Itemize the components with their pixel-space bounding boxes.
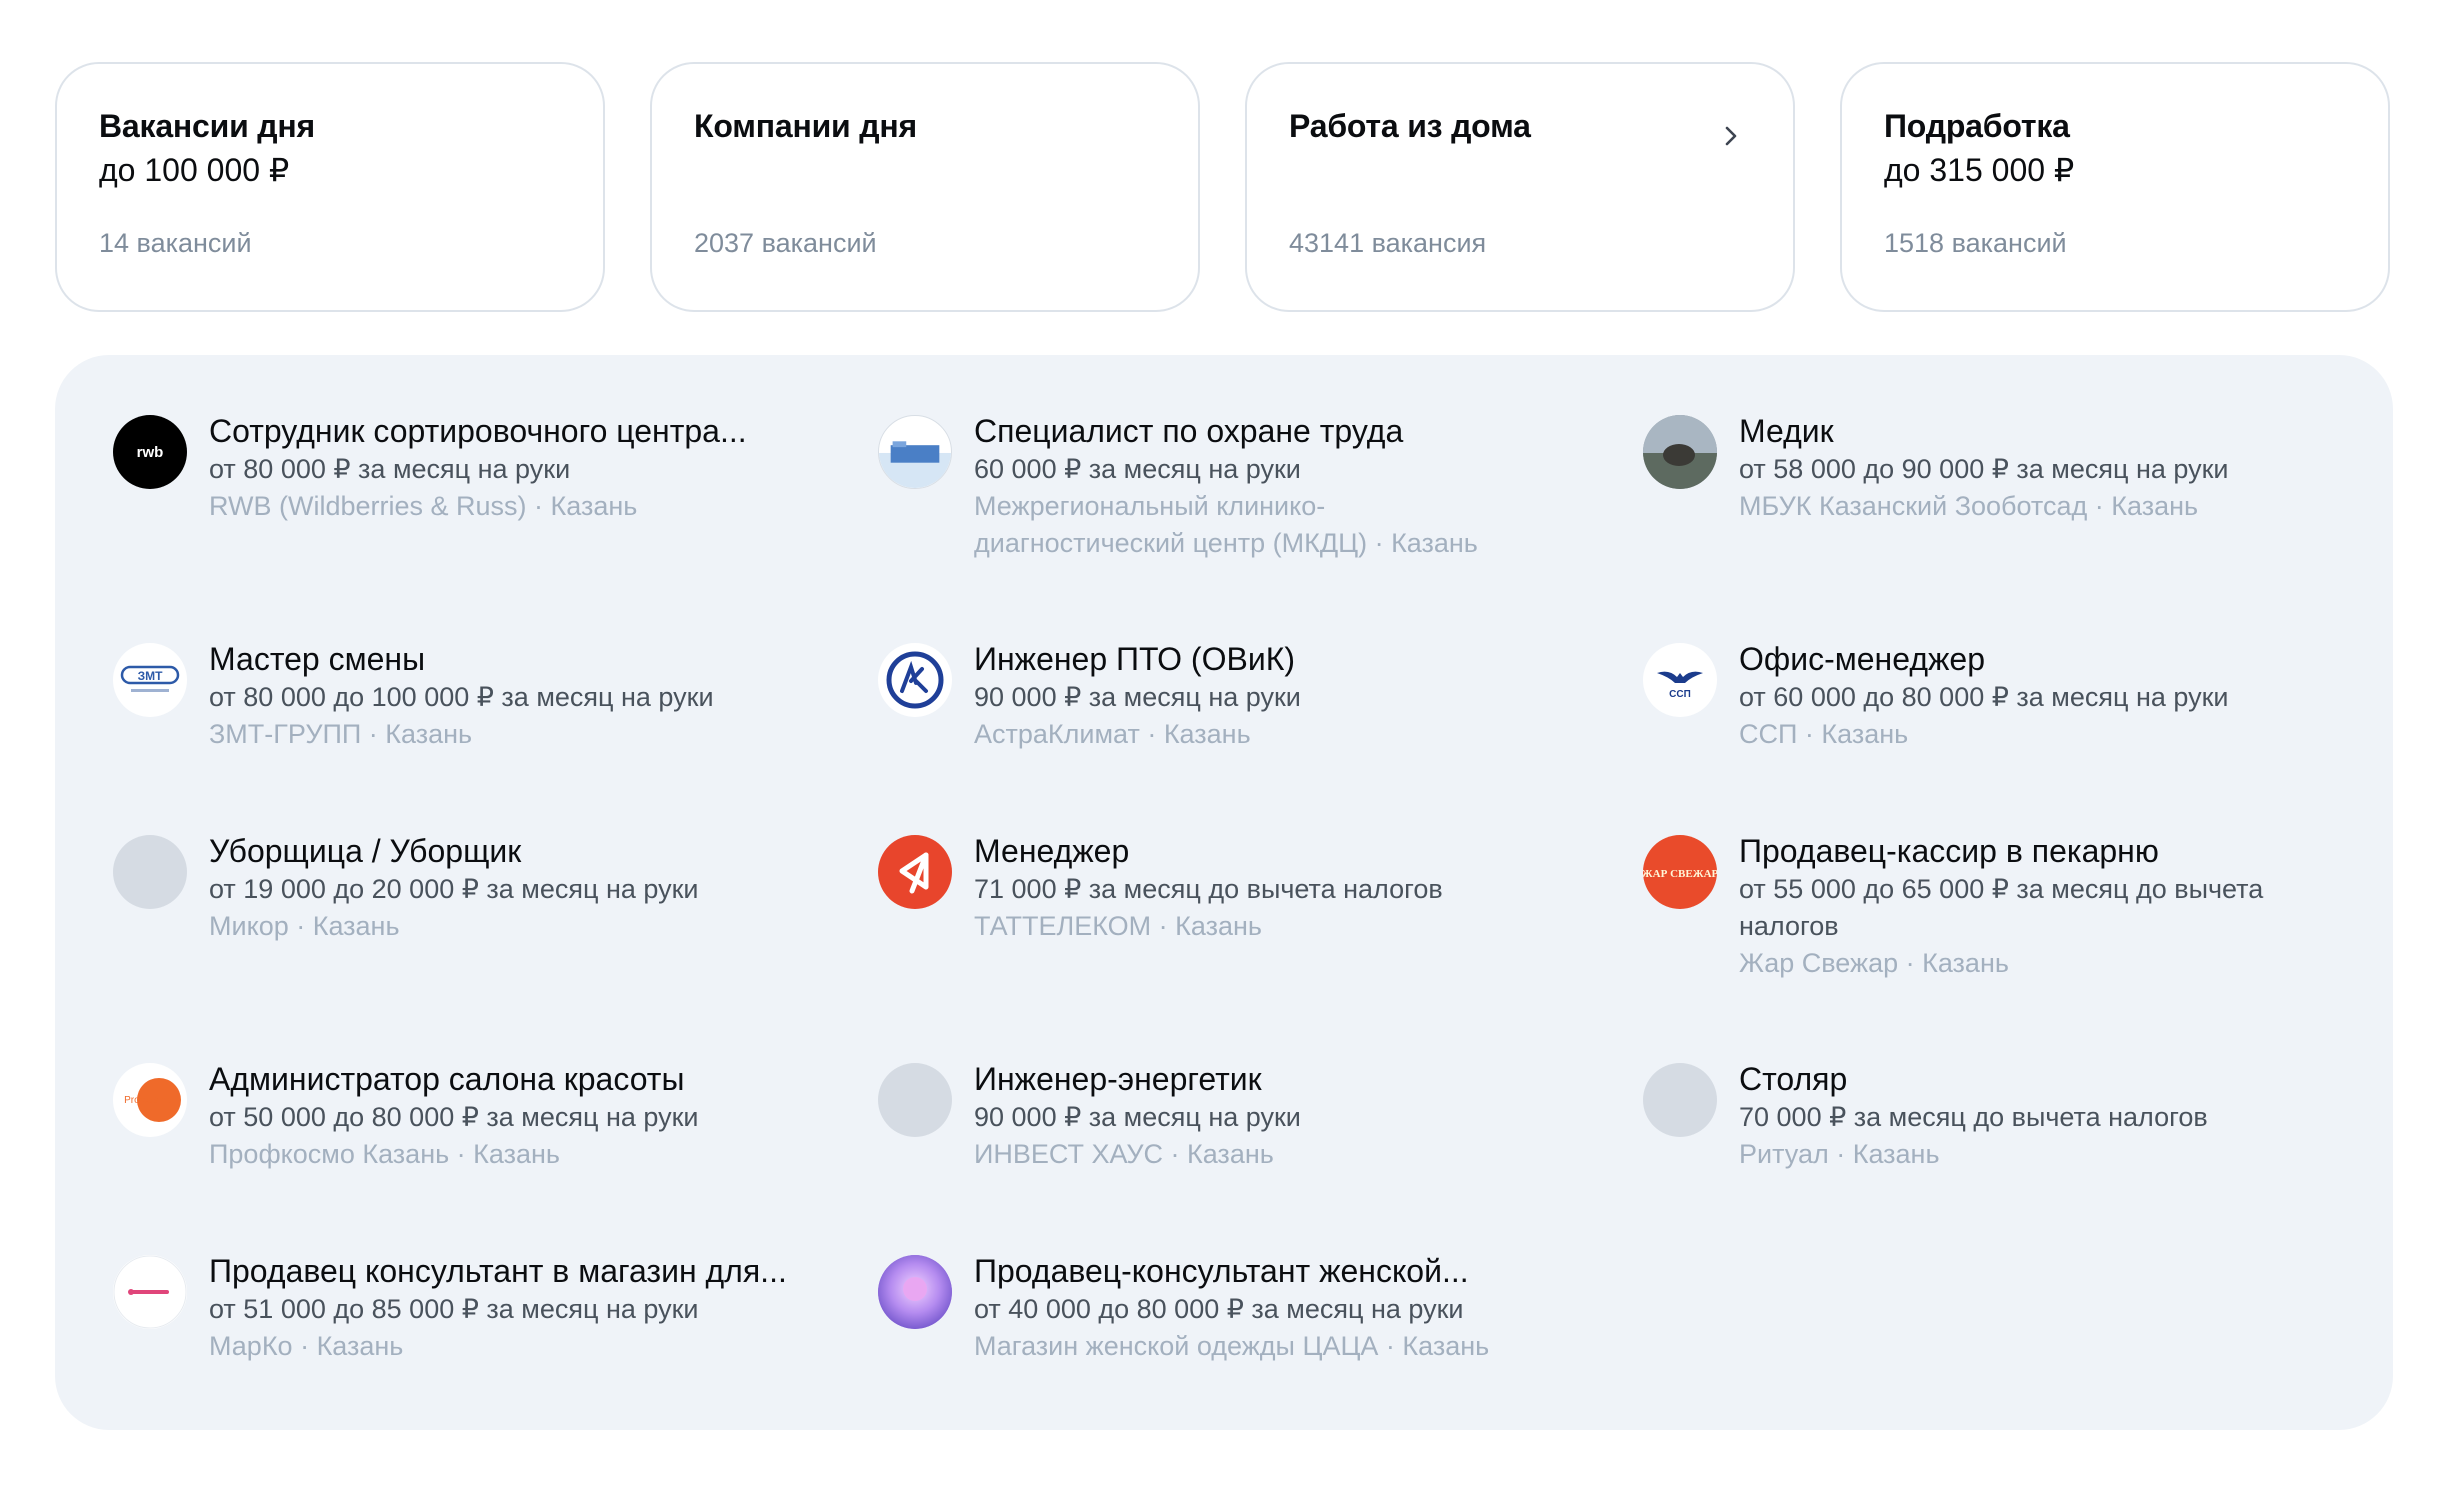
astraklimat-logo (878, 643, 952, 717)
vacancy-title[interactable]: Столяр (1739, 1059, 2349, 1099)
vacancy-salary: от 60 000 до 80 000 ₽ за месяц на руки (1739, 682, 2229, 712)
card-subtitle: до 315 000 ₽ (1884, 152, 2075, 188)
card-remote-work[interactable]: Работа из дома 43141 вакансия (1245, 62, 1795, 312)
chevron-right-icon[interactable] (1717, 122, 1745, 150)
card-title: Вакансии дня (99, 108, 315, 144)
card-count: 14 вакансий (99, 228, 252, 258)
zmt-logo: ЗМТ (113, 643, 187, 717)
card-count: 43141 вакансия (1289, 228, 1487, 258)
placeholder-logo (878, 1063, 952, 1137)
vacancy-salary: от 40 000 до 80 000 ₽ за месяц на руки (974, 1294, 1464, 1324)
vacancy-salary: 60 000 ₽ за месяц на руки (974, 454, 1301, 484)
vacancy-company: Профкосмо Казань · Казань (209, 1139, 560, 1169)
zhar-svezhar-logo: ЖАР СВЕЖАР (1643, 835, 1717, 909)
vacancy-company: Магазин женской одежды ЦАЦА · Казань (974, 1331, 1490, 1361)
placeholder-logo (1643, 1063, 1717, 1137)
vacancy-title[interactable]: Специалист по охране труда (974, 411, 1584, 451)
vacancy-panel: rwb Сотрудник сортировочного центра... о… (55, 355, 2393, 1430)
vacancy-title[interactable]: Уборщица / Уборщик (209, 831, 819, 871)
zoo-logo (1643, 415, 1717, 489)
vacancy-title[interactable]: Продавец-консультант женской... (974, 1251, 1584, 1291)
vacancy-company: ИНВЕСТ ХАУС · Казань (974, 1139, 1274, 1169)
zmt-logo-text: ЗМТ (138, 669, 164, 683)
vacancy-title[interactable]: Мастер смены (209, 639, 819, 679)
card-title: Работа из дома (1289, 108, 1531, 144)
vacancy-salary: от 58 000 до 90 000 ₽ за месяц на руки (1739, 454, 2229, 484)
vacancy-company: ССП · Казань (1739, 719, 1909, 749)
vacancy-salary: 90 000 ₽ за месяц на руки (974, 682, 1301, 712)
tattelecom-logo (878, 835, 952, 909)
vacancy-title[interactable]: Менеджер (974, 831, 1584, 871)
vacancy-salary: от 19 000 до 20 000 ₽ за месяц на руки (209, 874, 699, 904)
category-cards: Вакансии дня до 100 000 ₽ 14 вакансий Ко… (55, 62, 2390, 312)
vacancy-salary: 90 000 ₽ за месяц на руки (974, 1102, 1301, 1132)
card-subtitle (1289, 148, 1751, 192)
ssp-logo-text: ССП (1669, 689, 1691, 700)
vacancy-company: АстраКлимат · Казань (974, 719, 1251, 749)
vacancy-company: МарКо · Казань (209, 1331, 404, 1361)
vacancy-title[interactable]: Администратор салона красоты (209, 1059, 819, 1099)
profcosmo-logo-text: Profcosmo (124, 1095, 172, 1106)
profcosmo-logo: Profcosmo (113, 1063, 187, 1137)
tsatsa-logo (878, 1255, 952, 1329)
vacancy-company: МБУК Казанский Зооботсад · Казань (1739, 491, 2199, 521)
vacancy-company: Ритуал · Казань (1739, 1139, 1940, 1169)
vacancy-title[interactable]: Сотрудник сортировочного центра... (209, 411, 819, 451)
card-part-time[interactable]: Подработка до 315 000 ₽ 1518 вакансий (1840, 62, 2390, 312)
vacancy-title[interactable]: Продавец-кассир в пекарню (1739, 831, 2349, 871)
vacancy-company: Жар Свежар · Казань (1739, 948, 2009, 978)
zhar-svezhar-logo-text: ЖАР СВЕЖАР (1643, 868, 1717, 880)
vacancy-company: Межрегиональный клинико-диагностический … (974, 491, 1478, 558)
marko-logo (113, 1255, 187, 1329)
card-title: Компании дня (694, 108, 917, 144)
placeholder-logo (113, 835, 187, 909)
vacancy-salary: 70 000 ₽ за месяц до вычета налогов (1739, 1102, 2208, 1132)
card-companies-of-day[interactable]: Компании дня 2037 вакансий (650, 62, 1200, 312)
vacancy-title[interactable]: Инженер ПТО (ОВиК) (974, 639, 1584, 679)
vacancy-title[interactable]: Инженер-энергетик (974, 1059, 1584, 1099)
vacancy-title[interactable]: Медик (1739, 411, 2349, 451)
vacancy-salary: 71 000 ₽ за месяц до вычета налогов (974, 874, 1443, 904)
vacancy-salary: от 80 000 ₽ за месяц на руки (209, 454, 571, 484)
vacancy-company: ЗМТ-ГРУПП · Казань (209, 719, 473, 749)
card-vacancies-of-day[interactable]: Вакансии дня до 100 000 ₽ 14 вакансий (55, 62, 605, 312)
card-count: 2037 вакансий (694, 228, 877, 258)
vacancy-title[interactable]: Офис-менеджер (1739, 639, 2349, 679)
vacancy-salary: от 80 000 до 100 000 ₽ за месяц на руки (209, 682, 714, 712)
vacancy-company: ТАТТЕЛЕКОМ · Казань (974, 911, 1262, 941)
vacancy-title[interactable]: Продавец консультант в магазин для... (209, 1251, 819, 1291)
vacancy-salary: от 51 000 до 85 000 ₽ за месяц на руки (209, 1294, 699, 1324)
svg-text:rwb: rwb (137, 444, 164, 461)
vacancy-company: RWB (Wildberries & Russ) · Казань (209, 491, 638, 521)
card-subtitle: до 100 000 ₽ (99, 152, 290, 188)
ssp-logo: ССП (1643, 643, 1717, 717)
vacancy-salary: от 55 000 до 65 000 ₽ за месяц до вычета… (1739, 874, 2264, 941)
vacancy-company: Микор · Казань (209, 911, 400, 941)
card-title: Подработка (1884, 108, 2070, 144)
vacancy-salary: от 50 000 до 80 000 ₽ за месяц на руки (209, 1102, 699, 1132)
card-subtitle (694, 148, 1156, 192)
rwb-logo: rwb (113, 415, 187, 489)
mkdc-logo (878, 415, 952, 489)
card-count: 1518 вакансий (1884, 228, 2067, 258)
